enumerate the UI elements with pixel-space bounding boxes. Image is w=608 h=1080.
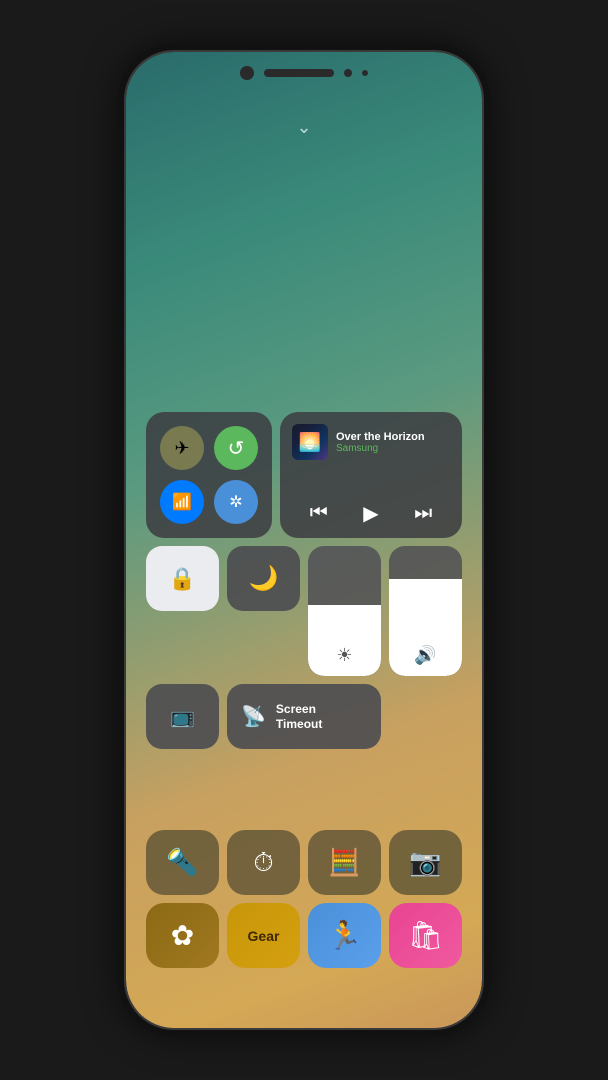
calculator-icon: 🧮	[328, 847, 360, 878]
flashlight-button[interactable]: 🔦	[146, 830, 219, 895]
bluetooth-icon: ✲	[229, 492, 242, 512]
speaker-grille	[264, 69, 334, 77]
bixby-button[interactable]: ✿	[146, 903, 219, 968]
song-title: Over the Horizon	[336, 431, 425, 443]
media-forward-button[interactable]: ⏭	[414, 502, 432, 525]
wifi-icon: 📶	[172, 492, 192, 512]
media-rewind-button[interactable]: ⏮	[310, 502, 328, 525]
app-shortcuts-row: ✿ Gear 🏃 🛍	[146, 903, 462, 968]
spacer-1	[389, 684, 462, 749]
night-mode-button[interactable]: 🌙	[227, 546, 300, 611]
rotation-icon: ↺	[228, 436, 245, 461]
brightness-icon: ☀	[336, 645, 352, 666]
samsung-fitness-button[interactable]: 🏃	[308, 903, 381, 968]
front-camera	[240, 66, 254, 80]
night-mode-icon: 🌙	[249, 564, 279, 593]
top-bar	[240, 66, 368, 80]
spacer-2	[146, 757, 219, 822]
sensor-dot	[362, 70, 368, 76]
screen-lock-icon: 🔒	[169, 566, 196, 592]
airplane-mode-button[interactable]: ✈	[160, 426, 204, 470]
galaxy-icon: 🛍	[408, 919, 444, 952]
bixby-icon: ✿	[171, 919, 194, 952]
gear-label: Gear	[248, 928, 280, 944]
network-toggles: ✈ ↺ 📶 ✲	[146, 412, 272, 538]
rotation-lock-button[interactable]: ↺	[214, 426, 258, 470]
control-center: ✈ ↺ 📶 ✲	[146, 412, 462, 968]
galaxy-store-button[interactable]: 🛍	[389, 903, 462, 968]
screen-timeout-label: ScreenTimeout	[276, 702, 322, 731]
timer-button[interactable]: ⏱	[227, 830, 300, 895]
screen-timeout-button[interactable]: 📡 ScreenTimeout	[227, 684, 381, 749]
pull-down-chevron[interactable]: ⌄	[296, 117, 311, 138]
flashlight-icon: 🔦	[166, 847, 198, 878]
quick-row: 🔒 🌙 ☀ 🔊	[146, 546, 462, 676]
phone-frame: ⌄ ✈ ↺ 📶 ✲	[124, 50, 484, 1030]
toggles-row: ✈ ↺ 📶 ✲	[146, 412, 462, 538]
screen-lock-button[interactable]: 🔒	[146, 546, 219, 611]
media-controls: ⏮ ▶ ⏭	[292, 501, 450, 526]
timer-icon: ⏱	[253, 847, 273, 879]
samsung-icon: 🏃	[327, 919, 362, 952]
media-text: Over the Horizon Samsung	[336, 431, 425, 454]
screen-timeout-icon: 📡	[241, 704, 266, 729]
wifi-button[interactable]: 📶	[160, 480, 204, 524]
media-play-button[interactable]: ▶	[363, 501, 378, 526]
media-thumbnail: 🌅	[292, 424, 328, 460]
utility-shortcuts-row: 🔦 ⏱ 🧮 📷	[146, 830, 462, 895]
song-artist: Samsung	[336, 443, 425, 454]
phone-screen: ⌄ ✈ ↺ 📶 ✲	[126, 52, 482, 1028]
bluetooth-button[interactable]: ✲	[214, 480, 258, 524]
media-player: 🌅 Over the Horizon Samsung ⏮ ▶ ⏭	[280, 412, 462, 538]
media-info: 🌅 Over the Horizon Samsung	[292, 424, 450, 460]
camera-button[interactable]: 📷	[389, 830, 462, 895]
brightness-slider[interactable]: ☀	[308, 546, 381, 676]
calculator-button[interactable]: 🧮	[308, 830, 381, 895]
volume-icon: 🔊	[414, 645, 436, 666]
camera-right	[344, 69, 352, 77]
screen-mirror-button[interactable]: 📺	[146, 684, 219, 749]
gear-button[interactable]: Gear	[227, 903, 300, 968]
camera-icon: 📷	[409, 847, 441, 878]
screen-mirror-icon: 📺	[170, 704, 195, 729]
volume-slider[interactable]: 🔊	[389, 546, 462, 676]
airplane-icon: ✈	[174, 438, 189, 459]
mirror-timeout-row: 📺 📡 ScreenTimeout	[146, 684, 462, 822]
